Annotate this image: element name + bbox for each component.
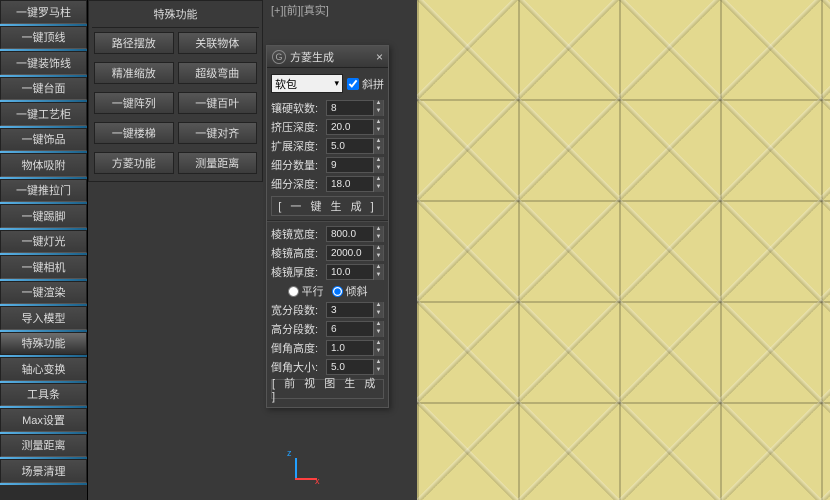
sidebar-item-16[interactable]: Max设置 (0, 408, 87, 432)
p1-label-3: 细分数量: (271, 157, 323, 173)
p1-label-0: 镶硬软数: (271, 100, 323, 116)
sidebar-item-5[interactable]: 一键饰品 (0, 128, 87, 152)
spinner-up-icon[interactable]: ▲ (373, 264, 383, 272)
p3-spinner-0[interactable]: 3▲▼ (326, 302, 384, 318)
spinner-up-icon[interactable]: ▲ (373, 157, 383, 165)
p1-spinner-0[interactable]: 8▲▼ (326, 100, 384, 116)
p2-label-1: 棱镜高度: (271, 245, 323, 261)
special-function-panel: 特殊功能 路径摆放关联物体精准缩放超级弯曲一键阵列一键百叶一键楼梯一键对齐方菱功… (88, 0, 263, 182)
spinner-up-icon[interactable]: ▲ (373, 119, 383, 127)
sidebar-item-18[interactable]: 场景清理 (0, 459, 87, 483)
sidebar-item-14[interactable]: 轴心变换 (0, 357, 87, 381)
p1-spinner-2[interactable]: 5.0▲▼ (326, 138, 384, 154)
diamond-gen-window: G 方菱生成 × 软包▾ 斜拼 镶硬软数:8▲▼挤压深度:20.0▲▼扩展深度:… (266, 45, 389, 408)
spinner-down-icon[interactable]: ▼ (373, 329, 383, 337)
spinner-down-icon[interactable]: ▼ (373, 165, 383, 173)
panel-btn-3-0[interactable]: 一键楼梯 (94, 122, 174, 144)
sidebar-item-3[interactable]: 一键台面 (0, 77, 87, 101)
p1-spinner-4[interactable]: 18.0▲▼ (326, 176, 384, 192)
spinner-down-icon[interactable]: ▼ (373, 184, 383, 192)
spinner-down-icon[interactable]: ▼ (373, 234, 383, 242)
p2-spinner-0[interactable]: 800.0▲▼ (326, 226, 384, 242)
spinner-up-icon[interactable]: ▲ (373, 176, 383, 184)
sidebar-item-11[interactable]: 一键渲染 (0, 281, 87, 305)
panel-btn-2-1[interactable]: 一键百叶 (178, 92, 258, 114)
p3-spinner-2[interactable]: 1.0▲▼ (326, 340, 384, 356)
window-icon: G (272, 50, 286, 64)
p1-label-1: 挤压深度: (271, 119, 323, 135)
sidebar-item-0[interactable]: 一键罗马柱 (0, 0, 87, 24)
spinner-up-icon[interactable]: ▲ (373, 359, 383, 367)
sidebar-item-17[interactable]: 测量距离 (0, 434, 87, 458)
panel-btn-1-0[interactable]: 精准缩放 (94, 62, 174, 84)
p1-label-2: 扩展深度: (271, 138, 323, 154)
panel-btn-4-1[interactable]: 测量距离 (178, 152, 258, 174)
p3-spinner-1[interactable]: 6▲▼ (326, 321, 384, 337)
window-titlebar[interactable]: G 方菱生成 × (267, 46, 388, 68)
sidebar-item-7[interactable]: 一键推拉门 (0, 179, 87, 203)
spinner-down-icon[interactable]: ▼ (373, 146, 383, 154)
spinner-down-icon[interactable]: ▼ (373, 108, 383, 116)
sidebar-item-6[interactable]: 物体吸附 (0, 153, 87, 177)
panel-btn-2-0[interactable]: 一键阵列 (94, 92, 174, 114)
orientation-radio[interactable]: 平行 倾斜 (271, 283, 384, 299)
panel-btn-4-0[interactable]: 方菱功能 (94, 152, 174, 174)
viewport[interactable]: [+][前][真实] zx G 方菱生成 × 软包▾ 斜拼 (263, 0, 830, 500)
p3-spinner-3[interactable]: 5.0▲▼ (326, 359, 384, 375)
generate-front-button[interactable]: [ 前 视 图 生 成 ] (271, 379, 384, 399)
p3-label-3: 倒角大小: (271, 359, 323, 375)
p2-spinner-2[interactable]: 10.0▲▼ (326, 264, 384, 280)
p2-spinner-1[interactable]: 2000.0▲▼ (326, 245, 384, 261)
sidebar-item-10[interactable]: 一键相机 (0, 255, 87, 279)
p2-label-0: 棱镜宽度: (271, 226, 323, 242)
sidebar-item-12[interactable]: 导入模型 (0, 306, 87, 330)
spinner-down-icon[interactable]: ▼ (373, 253, 383, 261)
spinner-down-icon[interactable]: ▼ (373, 367, 383, 375)
p3-label-2: 倒角高度: (271, 340, 323, 356)
panel-btn-0-1[interactable]: 关联物体 (178, 32, 258, 54)
spinner-up-icon[interactable]: ▲ (373, 302, 383, 310)
viewport-label[interactable]: [+][前][真实] (263, 0, 337, 20)
panel-title: 特殊功能 (92, 4, 259, 28)
sidebar-item-13[interactable]: 特殊功能 (0, 332, 87, 356)
spinner-up-icon[interactable]: ▲ (373, 226, 383, 234)
spinner-down-icon[interactable]: ▼ (373, 310, 383, 318)
spinner-up-icon[interactable]: ▲ (373, 138, 383, 146)
spinner-up-icon[interactable]: ▲ (373, 340, 383, 348)
spinner-down-icon[interactable]: ▼ (373, 127, 383, 135)
panel-btn-1-1[interactable]: 超级弯曲 (178, 62, 258, 84)
close-icon[interactable]: × (376, 50, 383, 64)
spinner-up-icon[interactable]: ▲ (373, 245, 383, 253)
spinner-down-icon[interactable]: ▼ (373, 348, 383, 356)
p2-label-2: 棱镜厚度: (271, 264, 323, 280)
p3-label-1: 高分段数: (271, 321, 323, 337)
sidebar-item-1[interactable]: 一键顶线 (0, 26, 87, 50)
panel-btn-3-1[interactable]: 一键对齐 (178, 122, 258, 144)
sidebar-item-9[interactable]: 一键灯光 (0, 230, 87, 254)
type-select[interactable]: 软包▾ (271, 74, 343, 93)
spinner-up-icon[interactable]: ▲ (373, 100, 383, 108)
sidebar-item-4[interactable]: 一键工艺柜 (0, 102, 87, 126)
p1-spinner-3[interactable]: 9▲▼ (326, 157, 384, 173)
sidebar-item-15[interactable]: 工具条 (0, 383, 87, 407)
diagonal-checkbox[interactable]: 斜拼 (347, 76, 384, 92)
axis-gizmo: zx (277, 448, 317, 488)
p1-spinner-1[interactable]: 20.0▲▼ (326, 119, 384, 135)
p3-label-0: 宽分段数: (271, 302, 323, 318)
generate-button[interactable]: [ 一 键 生 成 ] (271, 196, 384, 216)
panel-btn-0-0[interactable]: 路径摆放 (94, 32, 174, 54)
chevron-down-icon: ▾ (334, 78, 339, 89)
p1-label-4: 细分深度: (271, 176, 323, 192)
sidebar-item-2[interactable]: 一键装饰线 (0, 51, 87, 75)
window-title: 方菱生成 (290, 49, 334, 65)
spinner-up-icon[interactable]: ▲ (373, 321, 383, 329)
viewport-geometry[interactable] (417, 0, 830, 500)
spinner-down-icon[interactable]: ▼ (373, 272, 383, 280)
sidebar-item-8[interactable]: 一键踢脚 (0, 204, 87, 228)
